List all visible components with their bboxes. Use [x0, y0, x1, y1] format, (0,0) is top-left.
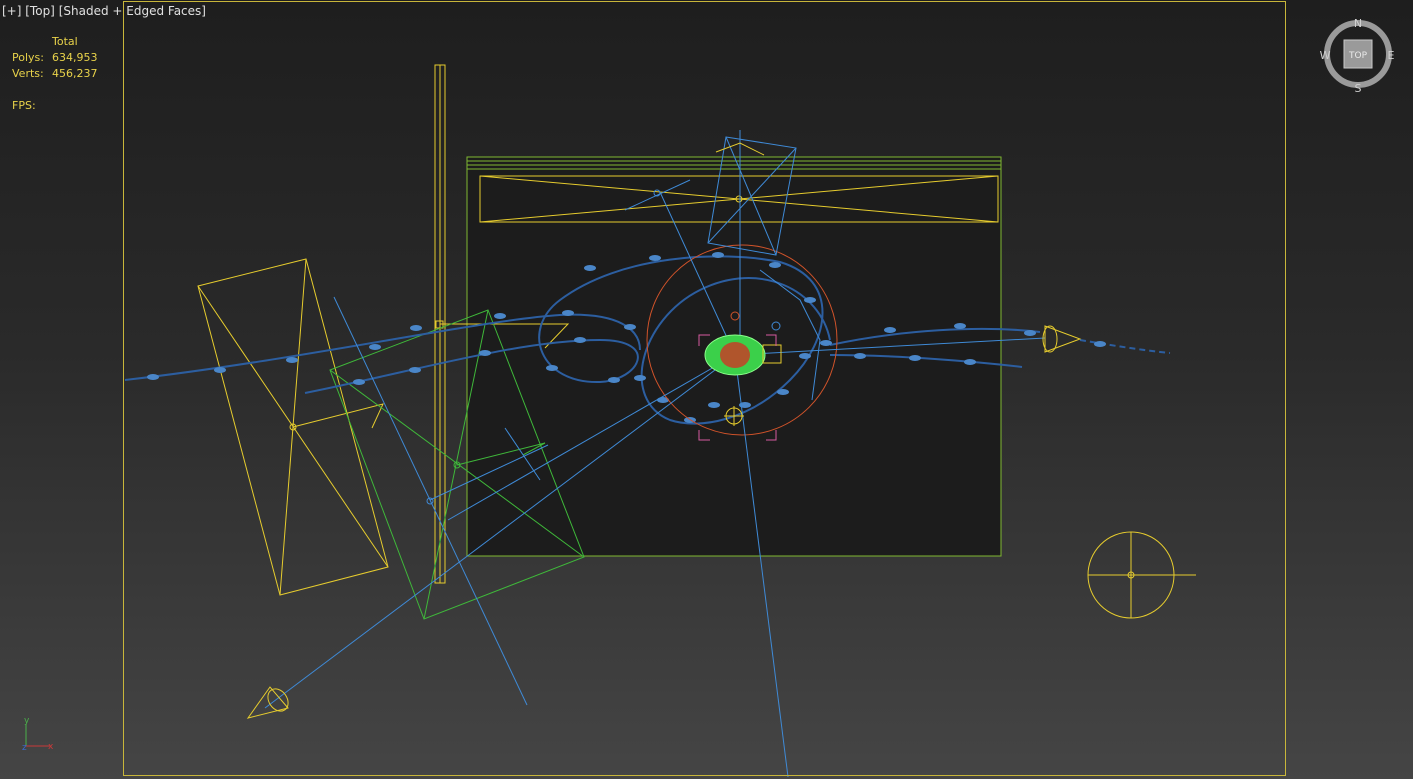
viewcube-north[interactable]: N	[1354, 17, 1362, 30]
axis-z-label: z	[22, 743, 27, 753]
viewcube-east[interactable]: E	[1388, 49, 1395, 62]
viewcube-south[interactable]: S	[1355, 82, 1362, 95]
viewcube[interactable]: TOP N S E W	[1320, 16, 1396, 96]
omni-light[interactable]	[1087, 531, 1196, 619]
viewcube-face-label[interactable]: TOP	[1348, 51, 1368, 61]
axis-y-label: y	[24, 716, 30, 726]
spot-light-bottom-left[interactable]	[246, 685, 292, 719]
axis-x-label: x	[48, 742, 54, 752]
viewport-scene[interactable]	[0, 0, 1413, 779]
viewcube-west[interactable]: W	[1320, 49, 1331, 62]
area-light-left[interactable]	[197, 258, 389, 596]
axis-tripod: y x z	[18, 714, 58, 754]
spot-light-right[interactable]	[1042, 325, 1082, 353]
